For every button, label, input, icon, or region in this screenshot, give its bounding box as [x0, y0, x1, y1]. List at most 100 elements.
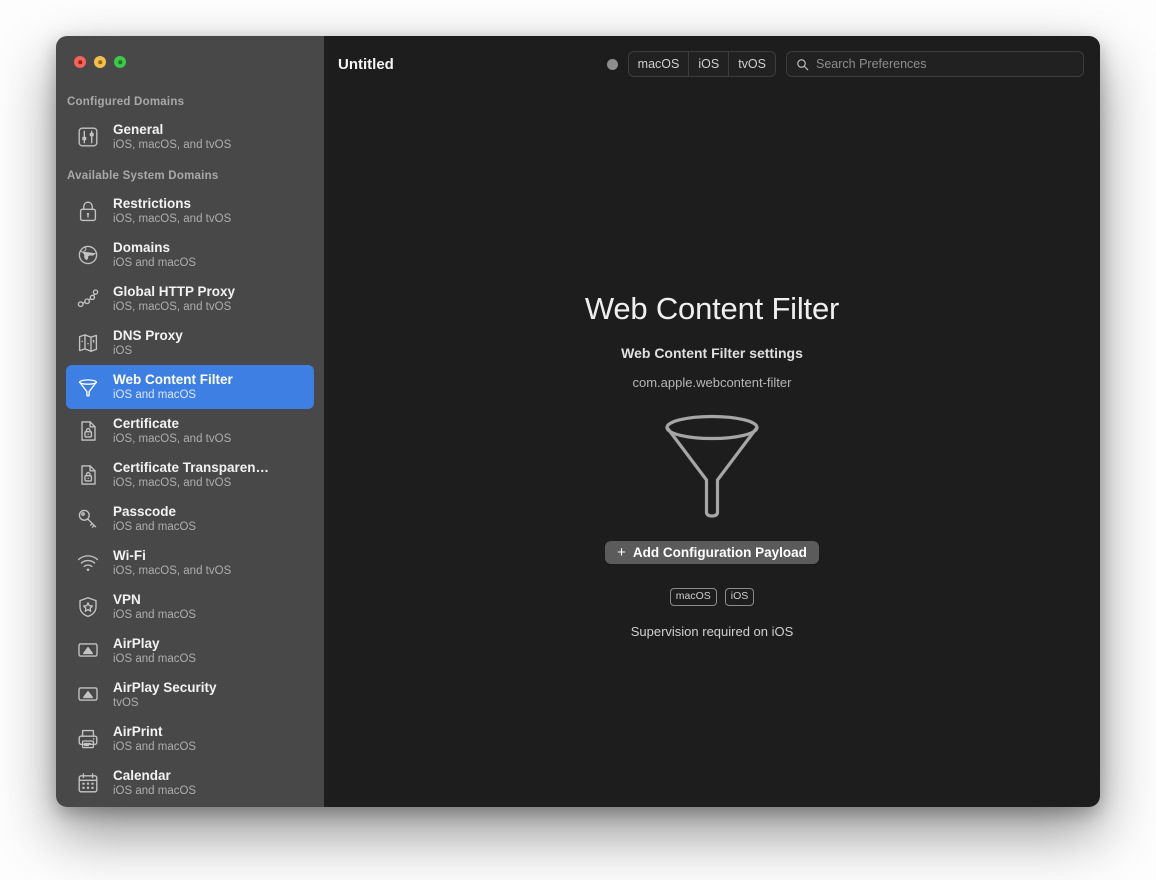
airplay-icon: [74, 637, 102, 665]
payload-identifier: com.apple.webcontent-filter: [633, 375, 792, 390]
sidebar-item-platforms: iOS: [113, 344, 183, 359]
sidebar-item-restrictions[interactable]: RestrictionsiOS, macOS, and tvOS: [66, 189, 314, 233]
screenshot-root: Configured DomainsGeneraliOS, macOS, and…: [0, 0, 1156, 880]
sidebar-item-web-content-filter[interactable]: Web Content FilteriOS and macOS: [66, 365, 314, 409]
certificate-document-icon: [74, 461, 102, 489]
supervision-note: Supervision required on iOS: [631, 624, 794, 639]
search-icon: [796, 58, 809, 71]
sidebar-item-platforms: iOS and macOS: [113, 784, 196, 799]
sidebar-item-label: Certificate: [113, 416, 231, 432]
sidebar-item-platforms: iOS and macOS: [113, 652, 196, 667]
sidebar-section-header: Configured Domains: [56, 84, 324, 115]
sidebar-item-vpn[interactable]: VPNiOS and macOS: [66, 585, 314, 629]
sidebar-item-platforms: iOS and macOS: [113, 256, 196, 271]
sidebar-item-airplay-security[interactable]: AirPlay SecuritytvOS: [66, 673, 314, 717]
platform-filter-tvos[interactable]: tvOS: [729, 52, 775, 76]
sidebar-item-text: VPNiOS and macOS: [113, 592, 196, 623]
sidebar-item-platforms: tvOS: [113, 696, 217, 711]
sidebar-item-label: Passcode: [113, 504, 196, 520]
sidebar-item-label: General: [113, 122, 231, 138]
network-nodes-icon: [74, 285, 102, 313]
sidebar-item-platforms: iOS and macOS: [113, 388, 233, 403]
sidebar-item-text: Web Content FilteriOS and macOS: [113, 372, 233, 403]
map-icon: [74, 329, 102, 357]
payload-subtitle: Web Content Filter settings: [621, 345, 803, 361]
search-input[interactable]: [816, 57, 1074, 71]
sidebar-item-certificate-transparen[interactable]: Certificate Transparen…iOS, macOS, and t…: [66, 453, 314, 497]
sidebar-item-text: DNS ProxyiOS: [113, 328, 183, 359]
sidebar-item-text: AirPlayiOS and macOS: [113, 636, 196, 667]
sidebar-item-text: GeneraliOS, macOS, and tvOS: [113, 122, 231, 153]
sidebar-item-platforms: iOS, macOS, and tvOS: [113, 212, 231, 227]
wifi-icon: [74, 549, 102, 577]
sliders-icon: [74, 123, 102, 151]
minimize-button[interactable]: [94, 56, 106, 68]
sidebar-item-dns-proxy[interactable]: DNS ProxyiOS: [66, 321, 314, 365]
plus-icon: +: [617, 545, 626, 560]
sidebar-section-header: Available System Domains: [56, 159, 324, 189]
window-controls: [56, 36, 324, 84]
platform-badges: macOS iOS: [670, 588, 755, 606]
payload-detail-panel: Web Content Filter Web Content Filter se…: [324, 92, 1100, 807]
globe-icon: [74, 241, 102, 269]
sidebar-item-airplay[interactable]: AirPlayiOS and macOS: [66, 629, 314, 673]
toolbar: Untitled macOSiOStvOS: [324, 36, 1100, 92]
sidebar-item-text: PasscodeiOS and macOS: [113, 504, 196, 535]
sidebar-item-text: AirPlay SecuritytvOS: [113, 680, 217, 711]
sidebar-item-label: AirPlay Security: [113, 680, 217, 696]
sidebar-item-label: Certificate Transparen…: [113, 460, 269, 476]
add-configuration-payload-label: Add Configuration Payload: [633, 545, 807, 560]
sidebar-item-platforms: iOS and macOS: [113, 740, 196, 755]
sidebar-item-label: Wi-Fi: [113, 548, 231, 564]
sidebar-item-platforms: iOS, macOS, and tvOS: [113, 476, 269, 491]
content-area: Untitled macOSiOStvOS Web Content Filter…: [324, 36, 1100, 807]
zoom-button[interactable]: [114, 56, 126, 68]
sidebar-item-label: Web Content Filter: [113, 372, 233, 388]
app-window: Configured DomainsGeneraliOS, macOS, and…: [56, 36, 1100, 807]
sidebar-item-platforms: iOS and macOS: [113, 520, 196, 535]
sidebar-item-platforms: iOS and macOS: [113, 608, 196, 623]
key-icon: [74, 505, 102, 533]
sidebar-item-text: CertificateiOS, macOS, and tvOS: [113, 416, 231, 447]
sidebar-item-label: Domains: [113, 240, 196, 256]
sidebar-item-platforms: iOS, macOS, and tvOS: [113, 138, 231, 153]
sidebar-item-text: Global HTTP ProxyiOS, macOS, and tvOS: [113, 284, 235, 315]
platform-filter-macos[interactable]: macOS: [629, 52, 690, 76]
platform-filter-ios[interactable]: iOS: [689, 52, 729, 76]
sidebar-item-label: AirPrint: [113, 724, 196, 740]
platform-badge-macos: macOS: [670, 588, 717, 606]
shield-star-icon: [74, 593, 102, 621]
sidebar-item-text: AirPrintiOS and macOS: [113, 724, 196, 755]
sidebar-item-text: Certificate Transparen…iOS, macOS, and t…: [113, 460, 269, 491]
sidebar-item-text: RestrictionsiOS, macOS, and tvOS: [113, 196, 231, 227]
sidebar-item-label: Global HTTP Proxy: [113, 284, 235, 300]
platform-filter-segmented-control[interactable]: macOSiOStvOS: [628, 51, 776, 77]
search-field[interactable]: [786, 51, 1084, 77]
funnel-icon: [74, 373, 102, 401]
sidebar-item-label: Calendar: [113, 768, 196, 784]
close-button[interactable]: [74, 56, 86, 68]
sidebar-item-wi-fi[interactable]: Wi-FiiOS, macOS, and tvOS: [66, 541, 314, 585]
funnel-icon: [660, 412, 764, 523]
sidebar-item-calendar[interactable]: CalendariOS and macOS: [66, 761, 314, 805]
sidebar: Configured DomainsGeneraliOS, macOS, and…: [56, 36, 324, 807]
sidebar-item-platforms: iOS, macOS, and tvOS: [113, 432, 231, 447]
sidebar-scroll-area[interactable]: Configured DomainsGeneraliOS, macOS, and…: [56, 84, 324, 807]
platform-badge-ios: iOS: [725, 588, 755, 606]
page-title: Untitled: [338, 56, 394, 73]
sidebar-item-text: DomainsiOS and macOS: [113, 240, 196, 271]
sidebar-item-domains[interactable]: DomainsiOS and macOS: [66, 233, 314, 277]
airplay-icon: [74, 681, 102, 709]
lock-icon: [74, 197, 102, 225]
sidebar-item-text: Wi-FiiOS, macOS, and tvOS: [113, 548, 231, 579]
sidebar-item-platforms: iOS, macOS, and tvOS: [113, 300, 235, 315]
sidebar-item-label: DNS Proxy: [113, 328, 183, 344]
sidebar-item-label: Restrictions: [113, 196, 231, 212]
sidebar-item-general[interactable]: GeneraliOS, macOS, and tvOS: [66, 115, 314, 159]
sidebar-item-passcode[interactable]: PasscodeiOS and macOS: [66, 497, 314, 541]
sidebar-item-airprint[interactable]: AirPrintiOS and macOS: [66, 717, 314, 761]
sidebar-item-certificate[interactable]: CertificateiOS, macOS, and tvOS: [66, 409, 314, 453]
add-configuration-payload-button[interactable]: + Add Configuration Payload: [605, 541, 819, 564]
sidebar-item-global-http-proxy[interactable]: Global HTTP ProxyiOS, macOS, and tvOS: [66, 277, 314, 321]
sidebar-item-text: CalendariOS and macOS: [113, 768, 196, 799]
